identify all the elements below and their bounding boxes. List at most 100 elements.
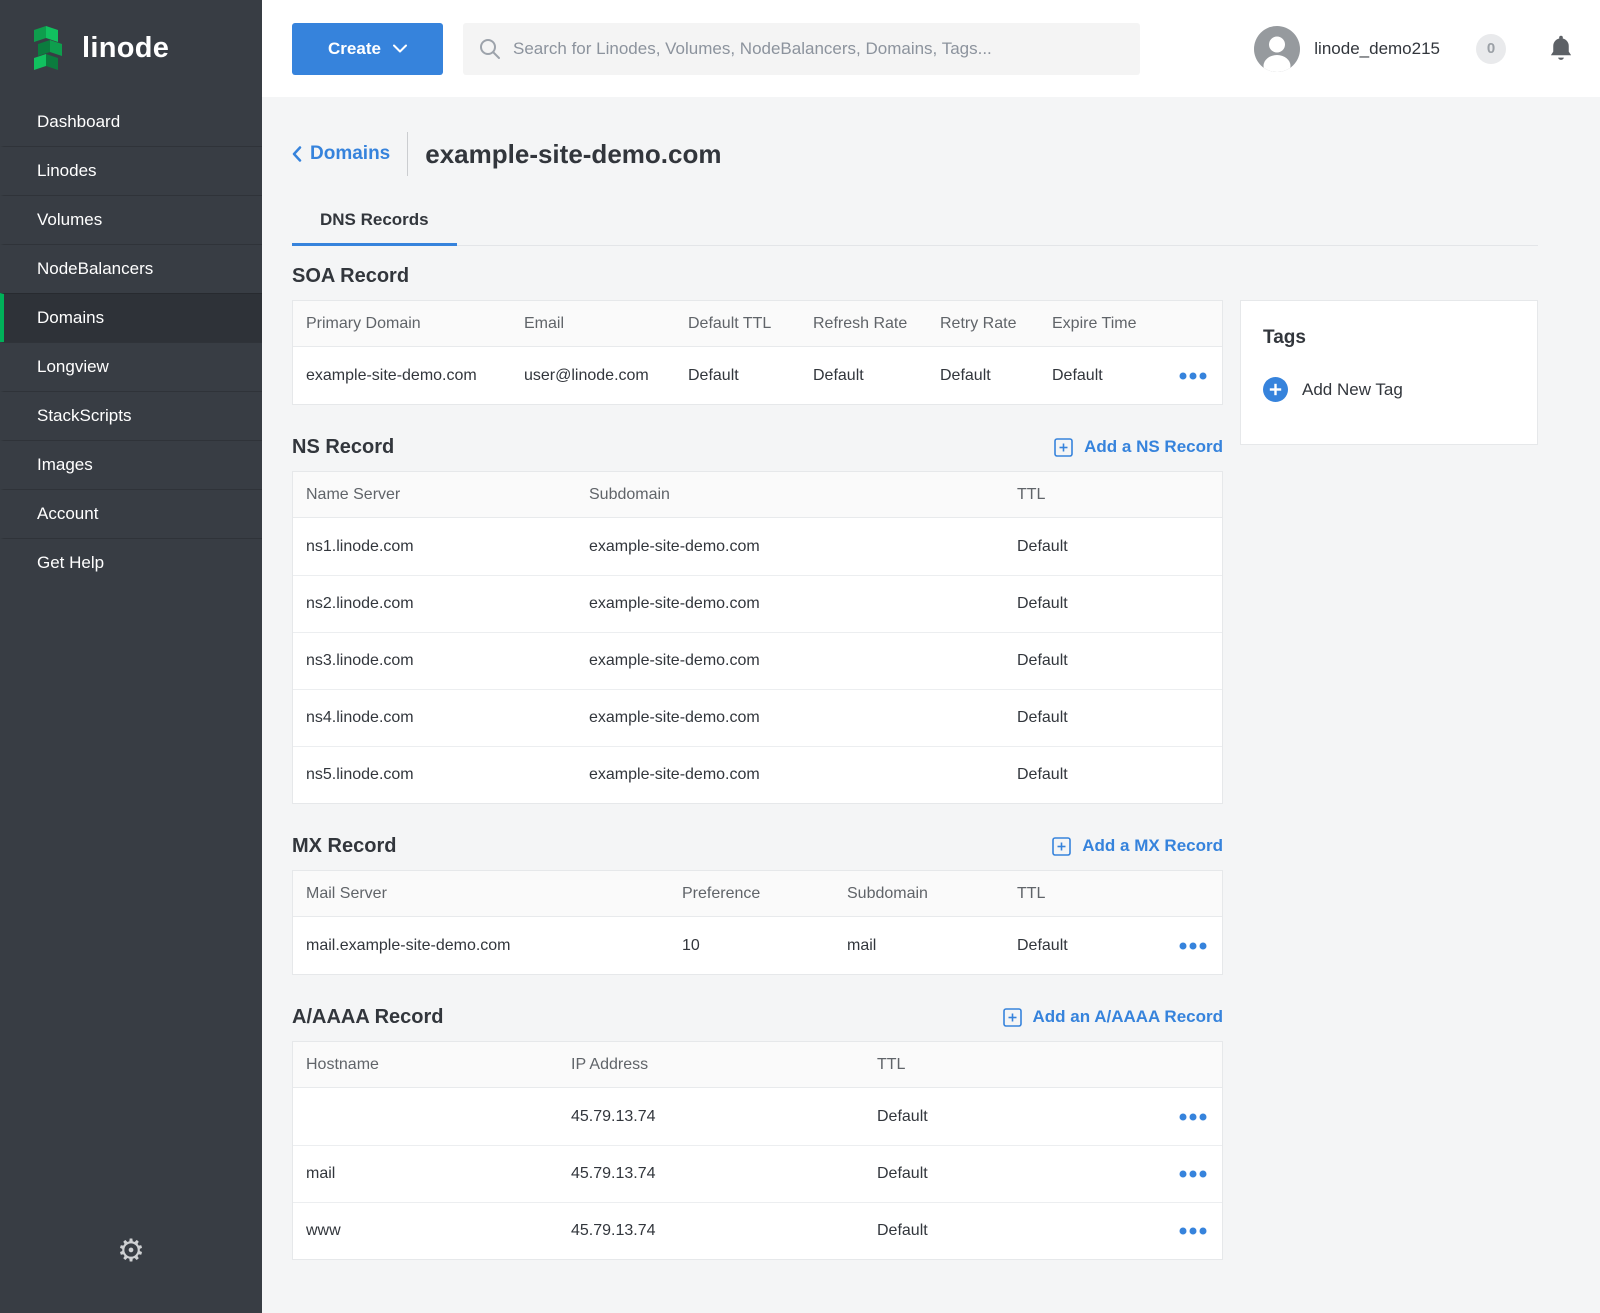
chevron-left-icon	[292, 146, 302, 162]
notification-bell-icon[interactable]	[1548, 35, 1574, 63]
cell-ttl: Default	[1017, 595, 1209, 613]
ns-section-header: NS Record Add a NS Record	[292, 433, 1223, 461]
ns-section-title: NS Record	[292, 436, 394, 459]
a-row-actions-menu[interactable]	[1177, 1109, 1209, 1125]
cell-name-server: ns1.linode.com	[306, 538, 589, 556]
cell-subdomain: example-site-demo.com	[589, 766, 1017, 784]
soa-section-header: SOA Record	[292, 262, 1223, 290]
search-input[interactable]	[513, 39, 1124, 59]
add-ns-record-link[interactable]: Add a NS Record	[1054, 437, 1223, 457]
cell-mail-server: mail.example-site-demo.com	[306, 937, 682, 955]
sidebar-item-dashboard[interactable]: Dashboard	[0, 97, 262, 146]
mx-record-table: Mail Server Preference Subdomain TTL mai…	[292, 870, 1223, 975]
mx-section-header: MX Record Add a MX Record	[292, 832, 1223, 860]
cell-subdomain: example-site-demo.com	[589, 595, 1017, 613]
soa-row-actions-menu[interactable]	[1177, 368, 1209, 384]
breadcrumb-label: Domains	[310, 143, 390, 165]
cell-ip-address: 45.79.13.74	[571, 1165, 877, 1183]
column-header-default-ttl: Default TTL	[688, 315, 813, 333]
cell-ttl: Default	[877, 1165, 1169, 1183]
cell-subdomain: example-site-demo.com	[589, 652, 1017, 670]
tags-panel-title: Tags	[1263, 327, 1515, 349]
page-title: example-site-demo.com	[425, 139, 721, 170]
cell-retry-rate: Default	[940, 367, 1052, 385]
cell-ttl: Default	[877, 1108, 1169, 1126]
create-button[interactable]: Create	[292, 23, 443, 75]
add-a-record-link[interactable]: Add an A/AAAA Record	[1003, 1007, 1223, 1027]
breadcrumb: Domains example-site-demo.com	[292, 97, 1538, 178]
soa-table-header-row: Primary Domain Email Default TTL Refresh…	[293, 301, 1222, 347]
cell-expire-time: Default	[1052, 367, 1169, 385]
sidebar-item-linodes[interactable]: Linodes	[0, 146, 262, 195]
soa-record-table: Primary Domain Email Default TTL Refresh…	[292, 300, 1223, 405]
cell-name-server: ns4.linode.com	[306, 709, 589, 727]
mx-table-header-row: Mail Server Preference Subdomain TTL	[293, 871, 1222, 917]
sidebar-item-stackscripts[interactable]: StackScripts	[0, 391, 262, 440]
search-icon	[479, 38, 501, 60]
sidebar-item-account[interactable]: Account	[0, 489, 262, 538]
plus-square-icon	[1054, 438, 1073, 457]
add-new-tag-button[interactable]: Add New Tag	[1263, 377, 1515, 402]
mx-section-title: MX Record	[292, 835, 396, 858]
column-header-preference: Preference	[682, 885, 847, 903]
column-header-ttl: TTL	[1017, 885, 1169, 903]
column-header-subdomain: Subdomain	[847, 885, 1017, 903]
create-button-label: Create	[328, 39, 381, 59]
search-bar[interactable]	[463, 23, 1140, 75]
cell-ttl: Default	[1017, 538, 1209, 556]
a-row-actions-menu[interactable]	[1177, 1223, 1209, 1239]
cell-ttl: Default	[1017, 652, 1209, 670]
a-table-header-row: Hostname IP Address TTL	[293, 1042, 1222, 1088]
sidebar: linode Dashboard Linodes Volumes NodeBal…	[0, 0, 262, 1313]
sidebar-item-domains[interactable]: Domains	[0, 293, 262, 342]
plus-circle-icon	[1263, 377, 1288, 402]
notification-count-badge: 0	[1476, 34, 1506, 64]
column-header-refresh-rate: Refresh Rate	[813, 315, 940, 333]
cell-name-server: ns5.linode.com	[306, 766, 589, 784]
a-row-actions-menu[interactable]	[1177, 1166, 1209, 1182]
sidebar-item-get-help[interactable]: Get Help	[0, 538, 262, 587]
a-table-row: 45.79.13.74 Default	[293, 1088, 1222, 1145]
cell-default-ttl: Default	[688, 367, 813, 385]
cell-ip-address: 45.79.13.74	[571, 1222, 877, 1240]
column-header-ttl: TTL	[1017, 486, 1209, 504]
column-header-ip-address: IP Address	[571, 1056, 877, 1074]
cell-name-server: ns3.linode.com	[306, 652, 589, 670]
sidebar-item-images[interactable]: Images	[0, 440, 262, 489]
user-menu[interactable]: linode_demo215	[1254, 26, 1440, 72]
cell-hostname: mail	[306, 1165, 571, 1183]
settings-gear-icon[interactable]: ⚙	[117, 1233, 145, 1269]
ns-record-table: Name Server Subdomain TTL ns1.linode.com…	[292, 471, 1223, 804]
breadcrumb-domains-link[interactable]: Domains	[292, 143, 390, 165]
sidebar-nav: Dashboard Linodes Volumes NodeBalancers …	[0, 97, 262, 587]
column-header-ttl: TTL	[877, 1056, 1169, 1074]
username: linode_demo215	[1314, 39, 1440, 59]
a-section-header: A/AAAA Record Add an A/AAAA Record	[292, 1003, 1223, 1031]
topbar-right: linode_demo215 0	[1254, 26, 1574, 72]
add-ns-record-label: Add a NS Record	[1084, 437, 1223, 457]
soa-table-row: example-site-demo.com user@linode.com De…	[293, 347, 1222, 404]
cell-hostname: www	[306, 1222, 571, 1240]
sidebar-item-volumes[interactable]: Volumes	[0, 195, 262, 244]
column-header-name-server: Name Server	[306, 486, 589, 504]
ns-table-row: ns2.linode.com example-site-demo.com Def…	[293, 575, 1222, 632]
tags-panel: Tags Add New Tag	[1240, 300, 1538, 445]
brand-name: linode	[82, 32, 169, 65]
sidebar-item-nodebalancers[interactable]: NodeBalancers	[0, 244, 262, 293]
ns-table-row: ns4.linode.com example-site-demo.com Def…	[293, 689, 1222, 746]
column-header-primary-domain: Primary Domain	[306, 315, 524, 333]
mx-table-row: mail.example-site-demo.com 10 mail Defau…	[293, 917, 1222, 974]
cell-ttl: Default	[1017, 709, 1209, 727]
breadcrumb-divider	[407, 132, 408, 176]
a-section-title: A/AAAA Record	[292, 1006, 444, 1029]
cell-subdomain: example-site-demo.com	[589, 538, 1017, 556]
tab-bar: DNS Records	[292, 196, 1538, 246]
tab-dns-records[interactable]: DNS Records	[292, 196, 457, 246]
cell-ttl: Default	[1017, 766, 1209, 784]
ns-table-row: ns5.linode.com example-site-demo.com Def…	[293, 746, 1222, 803]
mx-row-actions-menu[interactable]	[1177, 938, 1209, 954]
add-mx-record-link[interactable]: Add a MX Record	[1052, 836, 1223, 856]
column-header-subdomain: Subdomain	[589, 486, 1017, 504]
linode-logo-link[interactable]: linode	[0, 0, 262, 97]
sidebar-item-longview[interactable]: Longview	[0, 342, 262, 391]
